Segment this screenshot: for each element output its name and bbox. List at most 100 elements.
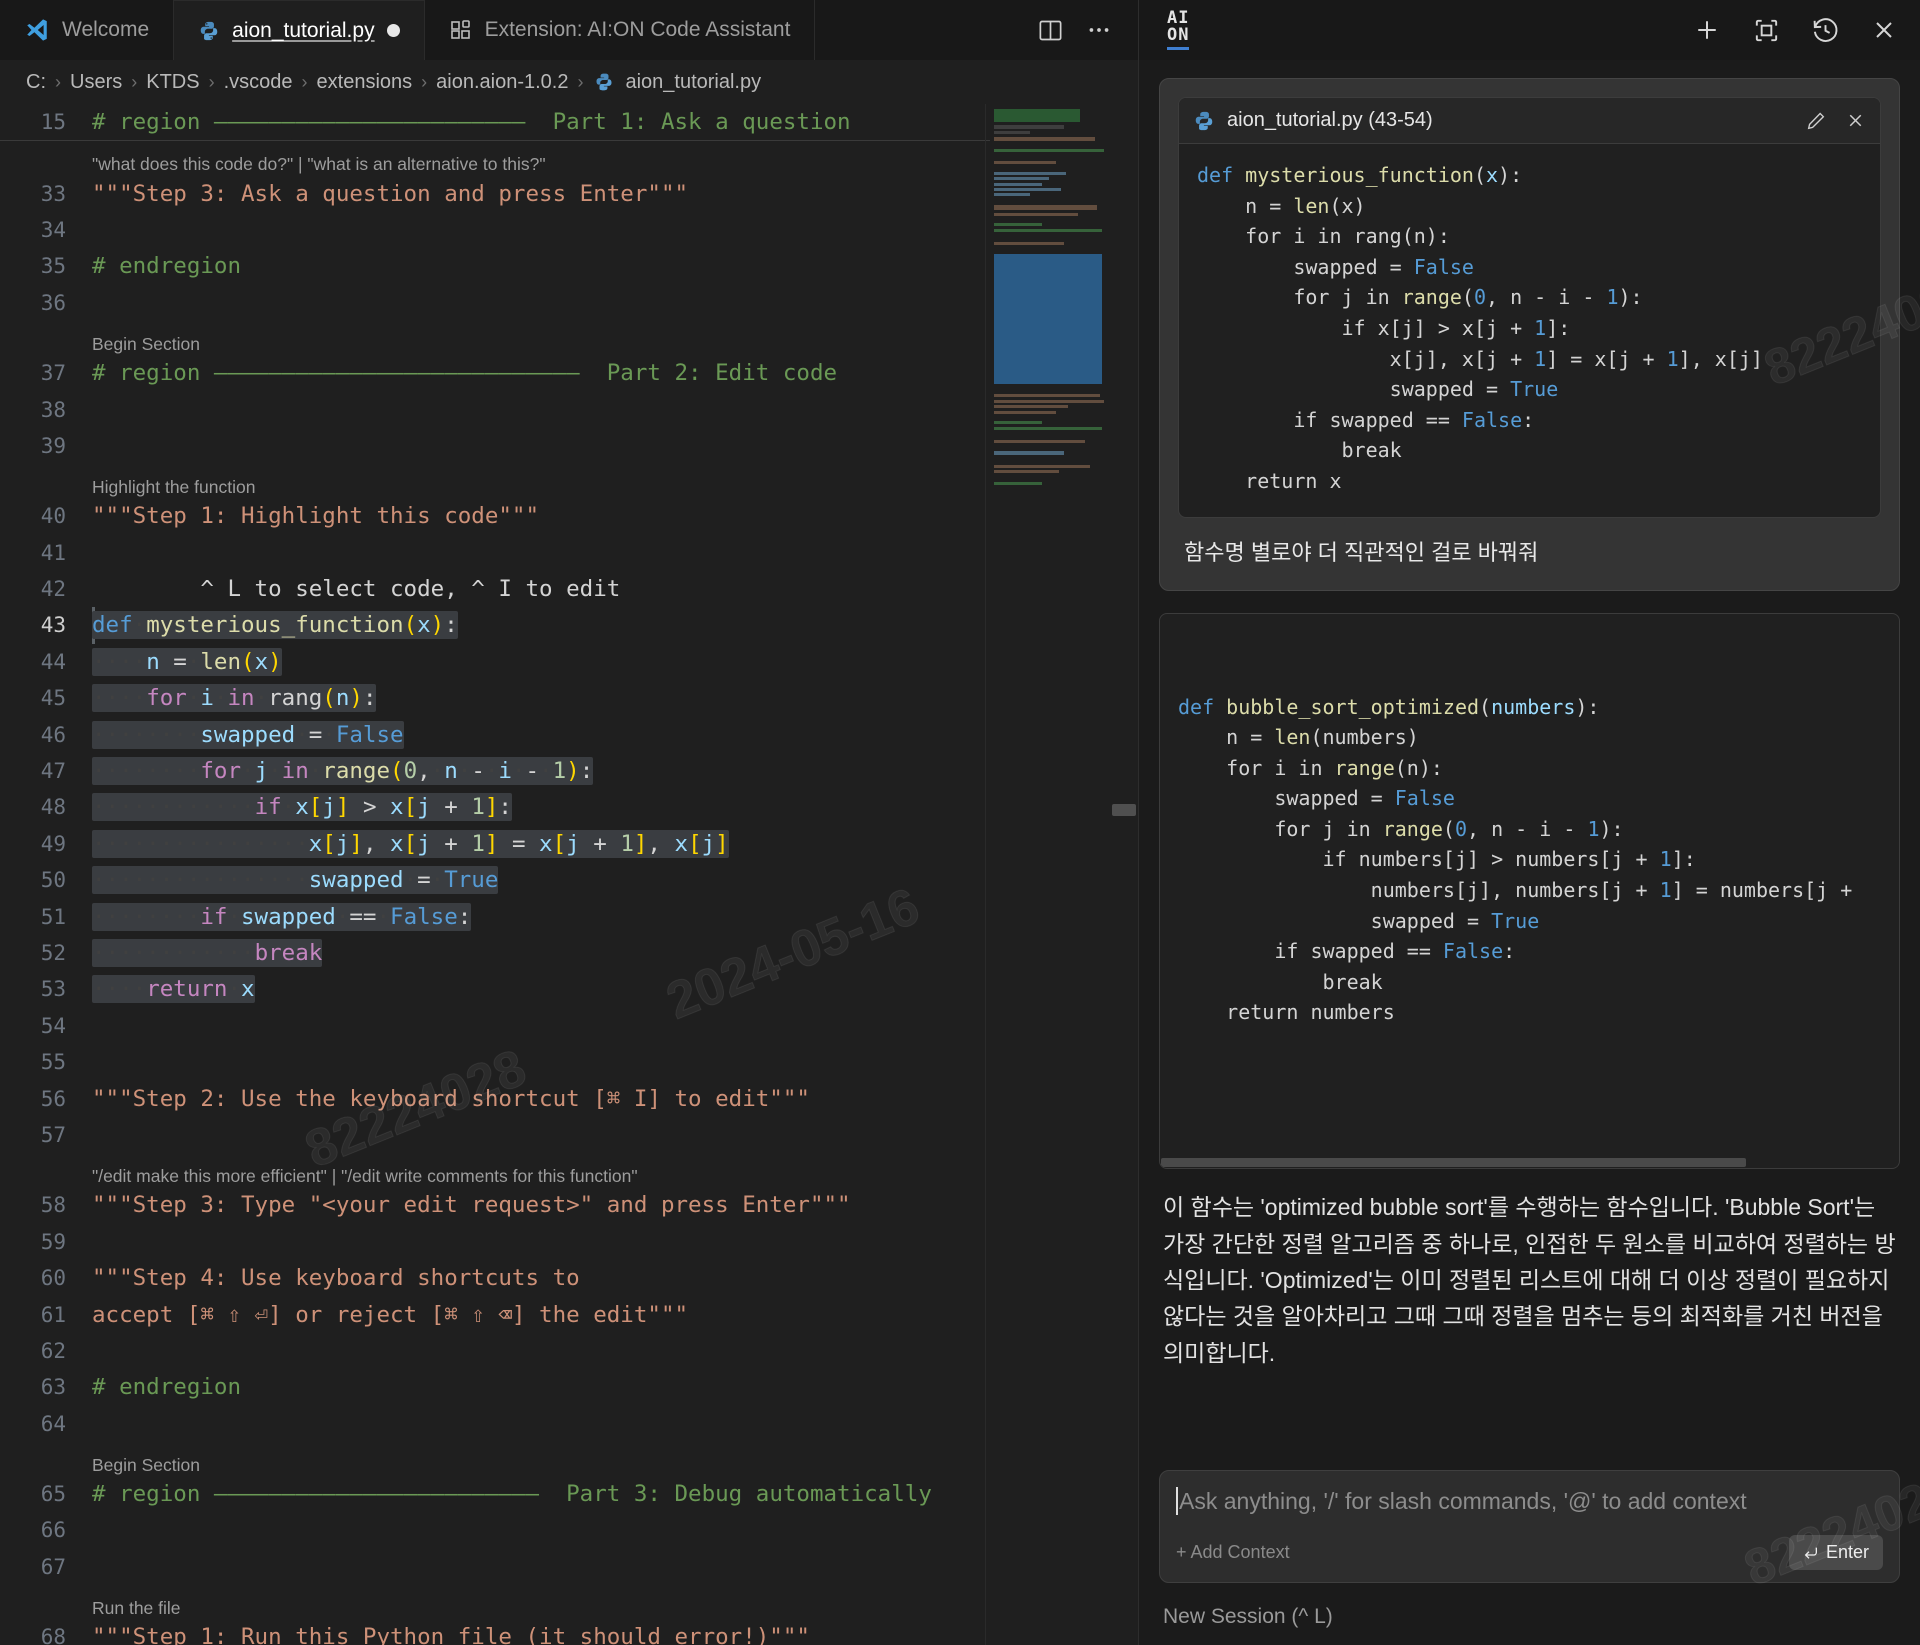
code-line[interactable]: 68"""Step 1: Run this Python file (it sh… bbox=[0, 1619, 1138, 1645]
assistant-code-block[interactable]: def bubble_sort_optimized(numbers): n = … bbox=[1159, 613, 1900, 1169]
code-line-text: """Step 1: Run this Python file (it shou… bbox=[92, 1624, 810, 1645]
breadcrumb-item-5[interactable]: aion.aion-1.0.2 bbox=[436, 71, 568, 94]
context-card[interactable]: aion_tutorial.py (43-54) bbox=[1178, 97, 1881, 518]
minimap-line bbox=[994, 149, 1104, 152]
breadcrumb-item-3[interactable]: .vscode bbox=[224, 71, 293, 94]
code-line[interactable]: 66 bbox=[0, 1512, 1138, 1548]
code-line[interactable]: 43def·mysterious_function(x): bbox=[0, 607, 1138, 643]
edit-pen-icon[interactable] bbox=[1805, 110, 1827, 132]
code-line[interactable]: 65# region ———————————————————————— Part… bbox=[0, 1476, 1138, 1512]
code-line[interactable]: 35# endregion bbox=[0, 248, 1138, 284]
breadcrumb-separator-icon: › bbox=[421, 72, 427, 93]
code-line[interactable]: 38 bbox=[0, 391, 1138, 427]
new-session-button[interactable]: New Session (^ L) bbox=[1159, 1605, 1900, 1629]
code-line[interactable]: 49················x[j], x[j + 1] = x[j +… bbox=[0, 826, 1138, 862]
code-editor[interactable]: 15# region ——————————————————————— Part … bbox=[0, 104, 1138, 1645]
tab-extension-aion[interactable]: Extension: AI:ON Code Assistant bbox=[425, 0, 816, 60]
breadcrumb-item-6[interactable]: aion_tutorial.py bbox=[625, 71, 761, 94]
remove-context-icon[interactable] bbox=[1845, 110, 1866, 131]
code-line[interactable]: 48············if·x[j] > x[j + 1]: bbox=[0, 789, 1138, 825]
close-panel-icon[interactable] bbox=[1870, 16, 1898, 44]
code-line[interactable]: 34 bbox=[0, 212, 1138, 248]
more-actions-icon[interactable] bbox=[1086, 17, 1112, 43]
code-lens-label[interactable]: "/edit make this more efficient" | "/edi… bbox=[92, 1166, 638, 1187]
breadcrumb-item-2[interactable]: KTDS bbox=[146, 71, 199, 94]
code-lens[interactable]: "/edit make this more efficient" | "/edi… bbox=[0, 1153, 1138, 1187]
tab-aion-tutorial[interactable]: aion_tutorial.py bbox=[174, 0, 424, 60]
breadcrumb-item-1[interactable]: Users bbox=[70, 71, 122, 94]
code-line[interactable]: 53····return·x bbox=[0, 971, 1138, 1007]
code-line[interactable]: 41 bbox=[0, 535, 1138, 571]
code-line[interactable]: 47········for·j·in·range(0,·n·-·i·-·1): bbox=[0, 753, 1138, 789]
code-horizontal-scrollbar-thumb[interactable] bbox=[1161, 1158, 1746, 1167]
code-line[interactable]: 40"""Step 1: Highlight this code""" bbox=[0, 498, 1138, 534]
code-lens-label[interactable]: Begin Section bbox=[92, 1455, 200, 1476]
breadcrumb-item-0[interactable]: C: bbox=[26, 71, 46, 94]
editor-horizontal-scrollbar-thumb[interactable] bbox=[1112, 804, 1136, 816]
line-number: 65 bbox=[0, 1482, 92, 1506]
code-line[interactable]: 36 bbox=[0, 285, 1138, 321]
code-line[interactable]: 46········swapped·=·False bbox=[0, 716, 1138, 752]
code-line[interactable]: 63# endregion bbox=[0, 1369, 1138, 1405]
minimap-line bbox=[994, 411, 1056, 414]
minimap-line bbox=[994, 405, 1068, 408]
code-line[interactable]: 51········if·swapped·==·False: bbox=[0, 898, 1138, 934]
code-lines-container[interactable]: 15# region ——————————————————————— Part … bbox=[0, 104, 1138, 1645]
code-line: break bbox=[1197, 435, 1862, 466]
code-line[interactable]: 44····n =·len(x) bbox=[0, 644, 1138, 680]
code-line[interactable]: 58"""Step 3: Type "<your edit request>" … bbox=[0, 1187, 1138, 1223]
code-line[interactable]: 62 bbox=[0, 1333, 1138, 1369]
new-chat-icon[interactable] bbox=[1692, 15, 1722, 45]
line-number: 42 bbox=[0, 577, 92, 601]
line-number: 55 bbox=[0, 1050, 92, 1074]
code-lens-label[interactable]: "what does this code do?" | "what is an … bbox=[92, 154, 546, 175]
aion-chat-panel: AI ON bbox=[1138, 0, 1920, 1645]
code-line-text bbox=[92, 1013, 106, 1039]
python-file-icon bbox=[1193, 110, 1215, 132]
add-context-button[interactable]: + Add Context bbox=[1176, 1542, 1290, 1563]
code-line[interactable]: 42 ^ L to select code, ^ I to edit bbox=[0, 571, 1138, 607]
code-line[interactable]: 54 bbox=[0, 1008, 1138, 1044]
code-line-text bbox=[92, 1411, 106, 1437]
editor-minimap[interactable] bbox=[990, 104, 1110, 1645]
code-line[interactable]: 67 bbox=[0, 1549, 1138, 1585]
code-line[interactable]: 64 bbox=[0, 1406, 1138, 1442]
code-line[interactable]: 61accept [⌘ ⇧ ⏎] or reject [⌘ ⇧ ⌫] the e… bbox=[0, 1296, 1138, 1332]
code-line: n = len(x) bbox=[1197, 191, 1862, 222]
code-lens[interactable]: Begin Section bbox=[0, 1442, 1138, 1476]
code-line[interactable]: 33"""Step 3: Ask a question and press En… bbox=[0, 175, 1138, 211]
send-button[interactable]: Enter bbox=[1789, 1535, 1883, 1570]
line-number: 66 bbox=[0, 1518, 92, 1542]
vscode-logo-icon bbox=[24, 17, 50, 43]
line-number: 33 bbox=[0, 182, 92, 206]
code-lens[interactable]: Run the file bbox=[0, 1585, 1138, 1619]
fullscreen-icon[interactable] bbox=[1752, 16, 1781, 45]
code-line[interactable]: 50················swapped·=·True bbox=[0, 862, 1138, 898]
code-line[interactable]: 56"""Step 2: Use the keyboard shortcut [… bbox=[0, 1080, 1138, 1116]
split-editor-icon[interactable] bbox=[1037, 17, 1064, 44]
code-line[interactable]: 37# region ——————————————————————————— P… bbox=[0, 355, 1138, 391]
code-line[interactable]: 45····for·i·in·rang(n): bbox=[0, 680, 1138, 716]
history-icon[interactable] bbox=[1811, 16, 1840, 45]
code-line[interactable]: 57 bbox=[0, 1117, 1138, 1153]
chat-input-placeholder[interactable]: Ask anything, '/' for slash commands, '@… bbox=[1179, 1488, 1747, 1515]
editor-vertical-scrollbar[interactable] bbox=[1110, 104, 1138, 1645]
code-line[interactable]: 55 bbox=[0, 1044, 1138, 1080]
tab-welcome[interactable]: Welcome bbox=[0, 0, 174, 60]
code-lens[interactable]: "what does this code do?" | "what is an … bbox=[0, 141, 1138, 175]
code-lens-label[interactable]: Highlight the function bbox=[92, 477, 255, 498]
code-lens-label[interactable]: Begin Section bbox=[92, 334, 200, 355]
code-line[interactable]: 15# region ——————————————————————— Part … bbox=[0, 104, 1138, 140]
code-lens-label[interactable]: Run the file bbox=[92, 1598, 181, 1619]
code-lens[interactable]: Highlight the function bbox=[0, 464, 1138, 498]
breadcrumb[interactable]: C: › Users › KTDS › .vscode › extensions… bbox=[0, 60, 1138, 104]
chat-messages[interactable]: aion_tutorial.py (43-54) bbox=[1139, 60, 1920, 1470]
chat-input-box[interactable]: Ask anything, '/' for slash commands, '@… bbox=[1159, 1470, 1900, 1583]
code-line[interactable]: 39 bbox=[0, 428, 1138, 464]
code-lens[interactable]: Begin Section bbox=[0, 321, 1138, 355]
breadcrumb-item-4[interactable]: extensions bbox=[317, 71, 413, 94]
tab-label: aion_tutorial.py bbox=[232, 19, 374, 43]
code-line[interactable]: 60"""Step 4: Use keyboard shortcuts to bbox=[0, 1260, 1138, 1296]
code-line[interactable]: 59 bbox=[0, 1224, 1138, 1260]
code-line[interactable]: 52············break bbox=[0, 935, 1138, 971]
